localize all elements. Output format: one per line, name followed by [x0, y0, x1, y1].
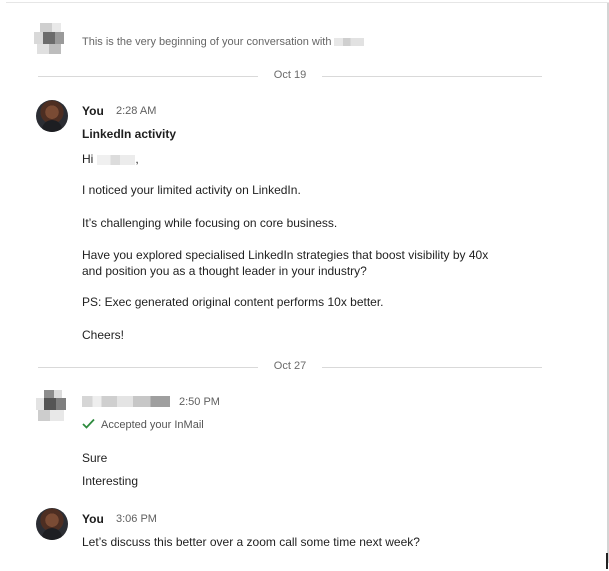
message-greeting: Hi,: [82, 152, 139, 167]
date-divider: Oct 27: [38, 360, 542, 374]
inmail-accepted-status: Accepted your InMail: [82, 418, 204, 431]
greeting-text: Hi: [82, 152, 94, 166]
redacted-recipient-name: [97, 154, 136, 165]
message-time: 3:06 PM: [116, 513, 157, 525]
status-text: Accepted your InMail: [101, 419, 204, 431]
message-time: 2:50 PM: [179, 396, 220, 408]
message-line: Let’s discuss this better over a zoom ca…: [82, 535, 420, 549]
conversation-start-label: This is the very beginning of your conve…: [82, 36, 332, 48]
greeting-suffix: ,: [135, 152, 139, 166]
divider-line: [322, 367, 542, 368]
redacted-sender-name[interactable]: [82, 396, 170, 407]
message-line: Sure: [82, 451, 108, 465]
contact-avatar-blurred[interactable]: [36, 390, 69, 423]
avatar[interactable]: [36, 100, 68, 132]
sender-name[interactable]: You: [82, 512, 104, 526]
date-label: Oct 19: [273, 69, 307, 81]
text-cursor: [606, 553, 608, 569]
message-line: Have you explored specialised LinkedIn s…: [82, 248, 489, 262]
sender-name[interactable]: You: [82, 104, 104, 118]
avatar[interactable]: [36, 508, 68, 540]
message-line: I noticed your limited activity on Linke…: [82, 183, 301, 197]
message-line: PS: Exec generated original content perf…: [82, 295, 384, 309]
date-divider: Oct 19: [38, 69, 542, 83]
message-line: Cheers!: [82, 328, 125, 342]
check-icon: [82, 418, 95, 429]
date-label: Oct 27: [273, 360, 307, 372]
divider-line: [322, 76, 542, 77]
contact-avatar-blurred[interactable]: [34, 23, 67, 56]
conversation-start-banner: This is the very beginning of your conve…: [34, 23, 534, 63]
message-line: Interesting: [82, 474, 139, 488]
message-line: It’s challenging while focusing on core …: [82, 216, 338, 230]
redacted-contact-name: [334, 38, 365, 47]
message-line: and position you as a thought leader in …: [82, 264, 367, 278]
message-time: 2:28 AM: [116, 105, 157, 117]
conversation-start-text: This is the very beginning of your conve…: [82, 36, 365, 48]
conversation-panel: This is the very beginning of your conve…: [6, 2, 609, 570]
message-subject: LinkedIn activity: [82, 127, 177, 141]
